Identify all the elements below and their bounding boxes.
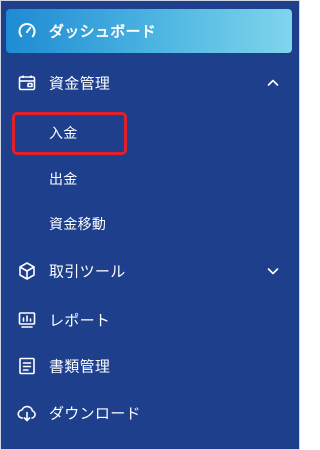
sidebar-subitem-fund-transfer[interactable]: 資金移動 [1, 204, 299, 244]
chevron-down-icon[interactable] [265, 263, 281, 279]
wallet-icon [17, 73, 37, 93]
sidebar-subitem-label: 出金 [49, 172, 78, 188]
cloud-download-icon [17, 403, 37, 423]
sidebar-subitem-withdrawal[interactable]: 出金 [1, 159, 299, 199]
sidebar-item-reports[interactable]: レポート [1, 300, 299, 340]
chart-report-icon [17, 310, 37, 330]
sidebar-item-dashboard[interactable]: ダッシュボード [6, 9, 292, 53]
sidebar-subitem-deposit[interactable]: 入金 [1, 113, 299, 153]
chevron-up-icon[interactable] [265, 75, 281, 91]
sidebar-nav: ダッシュボード 資金管理 入金 出金 資金移動 取引ツール レポート 書類管理 … [0, 0, 300, 450]
dashboard-gauge-icon [17, 21, 37, 41]
sidebar-item-funds-management[interactable]: 資金管理 [1, 63, 299, 103]
sidebar-item-label: 資金管理 [49, 74, 111, 93]
sidebar-item-trading-tools[interactable]: 取引ツール [1, 251, 299, 291]
sidebar-subitem-label: 資金移動 [49, 217, 107, 233]
sidebar-item-label: レポート [49, 311, 111, 330]
sidebar-item-label: ダッシュボード [49, 22, 157, 41]
sidebar-item-label: 書類管理 [49, 357, 111, 376]
sidebar-item-label: ダウンロード [49, 404, 141, 423]
sidebar-item-label: 取引ツール [49, 262, 126, 281]
sidebar-item-documents[interactable]: 書類管理 [1, 346, 299, 386]
sidebar-item-download[interactable]: ダウンロード [1, 393, 299, 433]
document-list-icon [17, 356, 37, 376]
sidebar-subitem-label: 入金 [49, 126, 78, 142]
cube-icon [17, 261, 37, 281]
